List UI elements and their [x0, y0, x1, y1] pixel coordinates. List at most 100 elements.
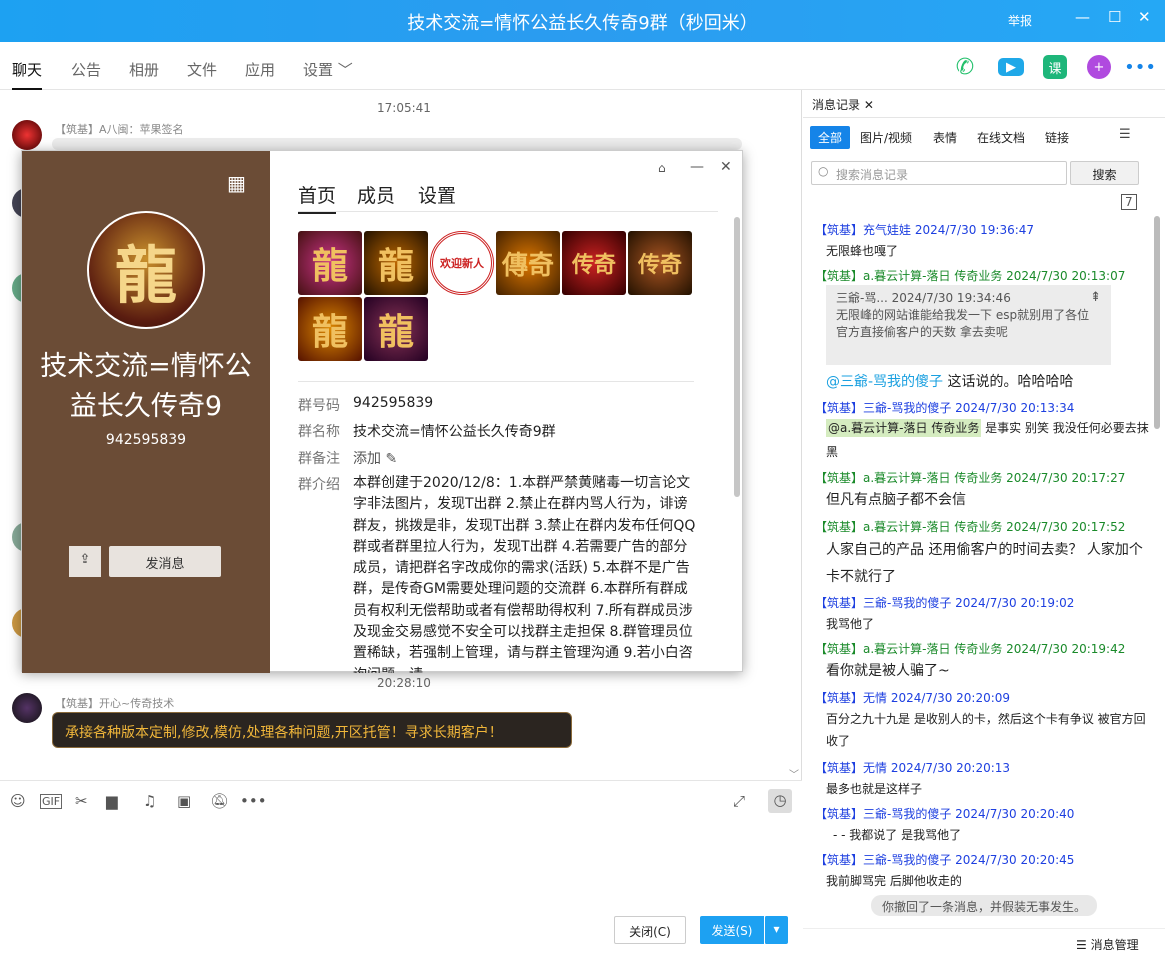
history-header: 【筑基】a.暮云计算-落日 传奇业务 2024/7/30 20:13:07 [815, 269, 1126, 283]
pin-icon[interactable]: ⌂ [658, 161, 666, 175]
more-icon[interactable]: ••• [1124, 55, 1156, 79]
popup-scrollbar[interactable] [734, 217, 740, 497]
search-icon: ○ [818, 164, 829, 178]
filter-docs[interactable]: 在线文档 [969, 126, 1033, 149]
group-name-value: 技术交流=情怀公益长久传奇9群 [353, 424, 556, 440]
tab-members[interactable]: 成员 [357, 181, 395, 208]
history-message: 但凡有点脑子都不会信 [826, 492, 966, 508]
history-header: 【筑基】a.暮云计算-落日 传奇业务 2024/7/30 20:19:42 [815, 642, 1126, 656]
photo-thumb[interactable]: 龍 [364, 297, 428, 361]
group-details: ⌂ — ✕ 首页 成员 设置 龍 龍 欢迎新人 傳奇 传奇 传奇 龍 龍 群号码… [270, 151, 744, 673]
quoted-message: 三爺-骂... 2024/7/30 19:34:46 无限峰的网站谁能给我发一下… [826, 285, 1111, 365]
history-header: 【筑基】无情 2024/7/30 20:20:13 [815, 761, 1011, 775]
more-icon[interactable]: ••• [240, 792, 267, 810]
add-app-icon[interactable]: + [1087, 55, 1111, 79]
quote-text: 无限峰的网站谁能给我发一下 esp就别用了各位 官方直接偷客户的天数 拿去卖呢 [836, 308, 1090, 339]
history-message: 无限蜂也嘎了 [826, 244, 899, 258]
history-scrollbar[interactable] [1154, 216, 1160, 429]
scroll-down-icon[interactable]: ﹀ [789, 766, 799, 781]
tab-settings[interactable]: 设置 ﹀ [303, 59, 353, 80]
history-message: 看你就是被人骗了~ [826, 663, 950, 679]
tab-files[interactable]: 文件 [187, 59, 217, 80]
image-icon[interactable]: ▣ [177, 792, 191, 810]
photo-thumb[interactable]: 龍 [298, 231, 362, 295]
music-icon[interactable]: ♫ [143, 792, 156, 810]
group-card: ▦ 龍 技术交流=情怀公益长久传奇9 942595839 ⇪ 发消息 [22, 151, 270, 673]
folder-icon[interactable]: ▆ [106, 792, 118, 810]
tab-album[interactable]: 相册 [129, 59, 159, 80]
tab-message-history[interactable]: 消息记录 ✕ [812, 96, 874, 113]
history-icon[interactable]: ◷ [768, 789, 792, 813]
gif-icon[interactable]: GIF [40, 794, 63, 809]
filter-icon[interactable]: ☰ [1119, 127, 1131, 142]
avatar[interactable] [12, 120, 42, 150]
history-header: 【筑基】三爺-骂我的傻子 2024/7/30 20:13:34 [815, 401, 1075, 415]
class-icon[interactable]: 课 [1043, 55, 1067, 79]
message-bubble: 承接各种版本定制,修改,模仿,处理各种问题,开区托管！寻求长期客户！ [52, 712, 572, 748]
popup-close-button[interactable]: ✕ [720, 159, 732, 175]
group-info-popup: ▦ 龍 技术交流=情怀公益长久传奇9 942595839 ⇪ 发消息 ⌂ — ✕… [21, 150, 744, 673]
filter-all[interactable]: 全部 [810, 126, 851, 149]
group-intro-text: 本群创建于2020/12/8：1.本群严禁黄赌毒一切言论文字非法图片，发现T出群… [353, 475, 696, 673]
photo-thumb[interactable]: 傳奇 [496, 231, 560, 295]
message-time: 17:05:41 [377, 101, 431, 115]
jump-up-icon[interactable]: ⇞ [1090, 289, 1101, 306]
tab-apps[interactable]: 应用 [245, 59, 275, 80]
qrcode-icon[interactable]: ▦ [227, 171, 246, 195]
send-options-button[interactable]: ▾ [764, 916, 788, 944]
photo-thumb[interactable]: 欢迎新人 [430, 231, 494, 295]
mention[interactable]: @a.暮云计算-落日 传奇业务 [826, 419, 982, 437]
history-message: - - 我都说了 是我骂他了 [833, 828, 962, 842]
mention[interactable]: @三爺-骂我的傻子 [826, 374, 943, 390]
message-bubble [52, 138, 742, 150]
photo-thumb[interactable]: 龍 [298, 297, 362, 361]
filter-emoji[interactable]: 表情 [925, 126, 965, 149]
filter-media[interactable]: 图片/视频 [852, 126, 920, 149]
group-remark-label: 群备注 [298, 451, 340, 467]
divider [298, 211, 718, 212]
search-button[interactable]: 搜索 [1070, 161, 1139, 185]
message-time: 20:28:10 [377, 676, 431, 690]
close-button[interactable]: ✕ [1138, 8, 1151, 26]
phone-icon[interactable]: ✆ [953, 55, 977, 80]
send-message-button[interactable]: 发消息 [109, 546, 221, 577]
history-header: 【筑基】a.暮云计算-落日 传奇业务 2024/7/30 20:17:27 [815, 471, 1126, 485]
report-button[interactable]: 举报 [1008, 12, 1032, 29]
photo-thumb[interactable]: 传奇 [562, 231, 626, 295]
tab-home[interactable]: 首页 [298, 181, 337, 214]
search-input[interactable]: 搜索消息记录 [811, 161, 1067, 185]
photo-thumb[interactable]: 传奇 [628, 231, 692, 295]
popup-minimize-button[interactable]: — [690, 159, 704, 175]
filter-links[interactable]: 链接 [1037, 126, 1077, 149]
history-message: 我前脚骂完 后脚他收走的 [826, 874, 962, 888]
title-bar: 技术交流=情怀公益长久传奇9群（秒回米） 举报 — ☐ ✕ [0, 0, 1165, 42]
send-button[interactable]: 发送(S) [700, 916, 764, 944]
emoji-icon[interactable]: ☺ [10, 792, 26, 810]
tab-chat[interactable]: 聊天 [12, 59, 43, 90]
photo-thumb[interactable]: 龍 [364, 231, 428, 295]
screenshot-icon[interactable]: ✂ [75, 792, 88, 810]
close-chat-button[interactable]: 关闭(C) [614, 916, 686, 944]
video-icon[interactable]: ▶ [998, 58, 1024, 76]
history-message: @a.暮云计算-落日 传奇业务 是事实 别笑 我没任何必要去抹黑 [826, 416, 1156, 464]
mute-icon[interactable]: 🔕︎ [210, 792, 229, 810]
calendar-icon[interactable]: 7 [1121, 194, 1137, 210]
tab-group-settings[interactable]: 设置 [418, 181, 456, 208]
add-remark-link[interactable]: 添加 ✎ [353, 448, 397, 468]
history-message: 我骂他了 [826, 617, 875, 631]
minimize-button[interactable]: — [1075, 8, 1090, 26]
top-tabs: 聊天 公告 相册 文件 应用 设置 ﹀ ✆ ▶ 课 + ••• [0, 42, 1165, 90]
pane-footer: ☰ 消息管理 [803, 928, 1165, 956]
history-message: @三爺-骂我的傻子 这话说的。哈哈哈哈 [826, 374, 1074, 390]
tab-notice[interactable]: 公告 [71, 59, 101, 80]
message-manager-button[interactable]: ☰ 消息管理 [1076, 936, 1139, 953]
avatar[interactable] [12, 693, 42, 723]
group-avatar: 龍 [87, 211, 205, 329]
expand-icon[interactable]: ⤢ [733, 792, 745, 810]
group-number-label: 群号码 [298, 398, 340, 414]
share-icon[interactable]: ⇪ [69, 546, 101, 577]
history-header: 【筑基】无情 2024/7/30 20:20:09 [815, 691, 1011, 705]
maximize-button[interactable]: ☐ [1108, 8, 1121, 26]
divider [298, 381, 694, 382]
quote-header: 三爺-骂... 2024/7/30 19:34:46 [836, 291, 1011, 305]
